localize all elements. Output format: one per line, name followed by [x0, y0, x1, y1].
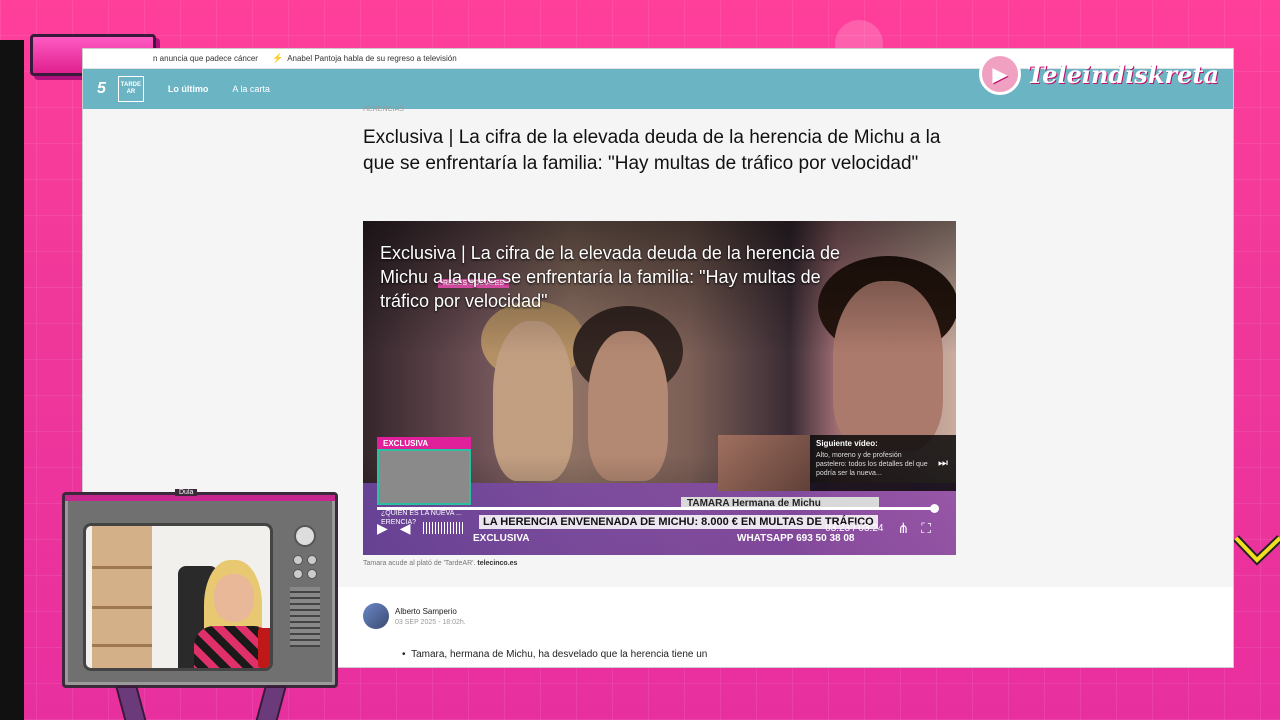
tv-leg: [255, 686, 287, 720]
video-controls: ▶ ◀ 03:23 / 03:24 ⋔ ⛶: [377, 517, 943, 539]
tv-top-bar: [65, 495, 335, 501]
article-date: 03 SEP 2025 - 18:02h.: [395, 619, 466, 626]
streamer-face: [214, 574, 254, 622]
next-video-description: Alto, moreno y de profesión pastelero: t…: [816, 452, 928, 477]
skip-next-icon[interactable]: ⏭: [938, 457, 956, 470]
nav-item-a-la-carta[interactable]: A la carta: [232, 84, 270, 94]
bolt-icon: ⚡: [271, 53, 284, 63]
teleindiskreta-watermark: ▶ Teleindiskreta: [979, 53, 1219, 95]
video-player[interactable]: REDES SOCIALES Exclusiva | La cifra de l…: [363, 221, 956, 555]
volume-icon[interactable]: ◀: [400, 520, 411, 537]
video-caption: Tamara acude al plató de 'TardeAR'. tele…: [363, 560, 517, 567]
volume-slider[interactable]: [422, 522, 465, 534]
shelf-plank: [92, 606, 152, 609]
site-navbar: 5 TARDE AR Lo último A la carta ▶ Telein…: [83, 53, 1233, 109]
author-section: Alberto Samperio 03 SEP 2025 - 18:02h. •…: [338, 587, 1233, 667]
nav-item-lo-ultimo[interactable]: Lo último: [168, 84, 209, 94]
ticker-item[interactable]: n anuncia que padece cáncer: [153, 54, 258, 63]
fullscreen-icon[interactable]: ⛶: [921, 520, 931, 537]
stream-left-border: [0, 40, 24, 720]
tv-leg: [115, 686, 147, 720]
play-heart-icon: ▶: [979, 53, 1022, 95]
video-title: Exclusiva | La cifra de la elevada deuda…: [380, 243, 840, 311]
shelf-plank: [92, 566, 152, 569]
ticker-item[interactable]: ⚡ Anabel Pantoja habla de su regreso a te…: [272, 53, 457, 64]
exclusiva-thumbnail: [377, 449, 471, 505]
webcam-feed: [83, 523, 273, 671]
mug: [258, 628, 270, 668]
article-bullet: • Tamara, hermana de Michu, ha desvelado…: [402, 649, 708, 660]
bullet-text: Tamara, hermana de Michu, ha desvelado q…: [411, 649, 708, 660]
next-video-label: Siguiente vídeo:: [816, 439, 878, 448]
channel-logo[interactable]: 5: [97, 80, 106, 98]
tv-label: Dula: [175, 489, 198, 496]
tv-legs: [110, 686, 300, 720]
author-avatar[interactable]: [363, 603, 389, 629]
article-category[interactable]: HERENCIAS: [363, 106, 404, 113]
video-time: 03:23 / 03:24: [825, 522, 884, 534]
video-progress-fill: [377, 507, 935, 510]
tv-buttons: [283, 555, 327, 579]
tv-knob-icon: [294, 525, 316, 547]
play-icon[interactable]: ▶: [377, 520, 388, 537]
tv-control-panel: [283, 523, 327, 671]
share-icon[interactable]: ⋔: [897, 520, 909, 537]
caption-text: Tamara acude al plató de 'TardeAR'.: [363, 560, 476, 567]
webcam-tv-frame: Dula: [62, 489, 338, 688]
caption-source[interactable]: telecinco.es: [477, 560, 517, 567]
tv-speaker-icon: [290, 587, 320, 647]
next-video-thumbnail: [718, 435, 810, 491]
shelf-plank: [92, 644, 152, 647]
brand-name: Teleindiskreta: [1027, 59, 1219, 89]
next-video-card[interactable]: Siguiente vídeo: Alto, moreno y de profe…: [718, 435, 956, 491]
ticker-item-label: Anabel Pantoja habla de su regreso a tel…: [287, 54, 457, 63]
next-video-text: Siguiente vídeo: Alto, moreno y de profe…: [810, 435, 938, 491]
article-headline: Exclusiva | La cifra de la elevada deuda…: [363, 127, 941, 174]
program-logo[interactable]: TARDE AR: [117, 76, 144, 102]
shelf: [92, 526, 152, 668]
author-name[interactable]: Alberto Samperio: [395, 607, 457, 616]
chevron-decoration-icon: [1234, 535, 1280, 566]
video-progress-bar[interactable]: [377, 504, 940, 513]
